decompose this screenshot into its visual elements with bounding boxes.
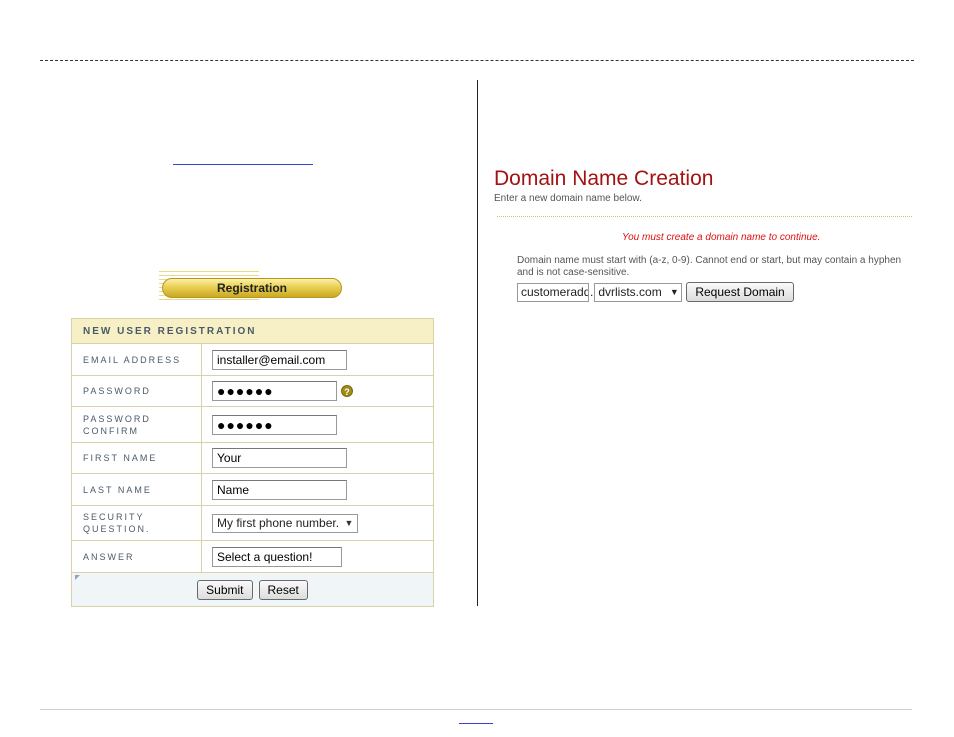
domain-name-input[interactable]: customeradd [517, 282, 589, 302]
form-actions: Submit Reset [72, 573, 433, 606]
submit-button[interactable]: Submit [197, 579, 253, 600]
password-field[interactable]: ●●●●●● [212, 381, 337, 401]
row-password-confirm: PASSWORD CONFIRM ●●●●●● [72, 407, 433, 443]
answer-label: ANSWER [72, 541, 202, 572]
question-icon[interactable]: ? [341, 385, 353, 397]
form-header: NEW USER REGISTRATION [72, 319, 433, 344]
password-label: PASSWORD [72, 376, 202, 406]
reset-button[interactable]: Reset [258, 579, 308, 600]
chevron-down-icon: ▼ [344, 518, 354, 528]
password-confirm-label: PASSWORD CONFIRM [72, 407, 202, 442]
row-email: EMAIL ADDRESS installer@email.com [72, 344, 433, 376]
domain-request-row: customeradd . dvrlists.com ▼ Request Dom… [517, 282, 794, 302]
domain-suffix-value: dvrlists.com [598, 285, 662, 299]
row-password: PASSWORD ●●●●●● ? [72, 376, 433, 407]
security-question-label: SECURITY QUESTION. [72, 506, 202, 540]
security-question-value: My first phone number. [217, 516, 340, 530]
vertical-divider [477, 80, 478, 606]
footer-link[interactable] [459, 723, 493, 724]
domain-warning: You must create a domain name to continu… [622, 232, 821, 243]
domain-subtitle: Enter a new domain name below. [494, 193, 642, 204]
corner-icon [75, 575, 80, 580]
row-last-name: LAST NAME Name [72, 474, 433, 506]
chevron-down-icon: ▼ [669, 287, 679, 297]
first-name-label: FIRST NAME [72, 443, 202, 473]
security-question-select[interactable]: My first phone number. ▼ [212, 513, 358, 533]
footer-divider [40, 709, 912, 710]
domain-suffix-select[interactable]: dvrlists.com ▼ [594, 282, 683, 302]
last-name-field[interactable]: Name [212, 479, 347, 500]
first-name-field[interactable]: Your [212, 448, 347, 468]
row-answer: ANSWER Select a question! [72, 541, 433, 573]
row-security-question: SECURITY QUESTION. My first phone number… [72, 506, 433, 541]
domain-rule-text: Domain name must start with (a-z, 0-9). … [517, 255, 902, 278]
dotted-divider [497, 216, 912, 217]
registration-badge: Registration [162, 278, 342, 298]
password-confirm-field[interactable]: ●●●●●● [212, 414, 337, 435]
last-name-label: LAST NAME [72, 474, 202, 505]
top-dashed-divider [40, 60, 914, 61]
top-link[interactable] [173, 164, 313, 165]
email-field[interactable]: installer@email.com [212, 349, 347, 370]
answer-field[interactable]: Select a question! [212, 546, 342, 567]
email-label: EMAIL ADDRESS [72, 344, 202, 375]
request-domain-button[interactable]: Request Domain [686, 282, 794, 302]
row-first-name: FIRST NAME Your [72, 443, 433, 474]
domain-title: Domain Name Creation [494, 167, 714, 190]
registration-form: NEW USER REGISTRATION EMAIL ADDRESS inst… [71, 318, 434, 607]
